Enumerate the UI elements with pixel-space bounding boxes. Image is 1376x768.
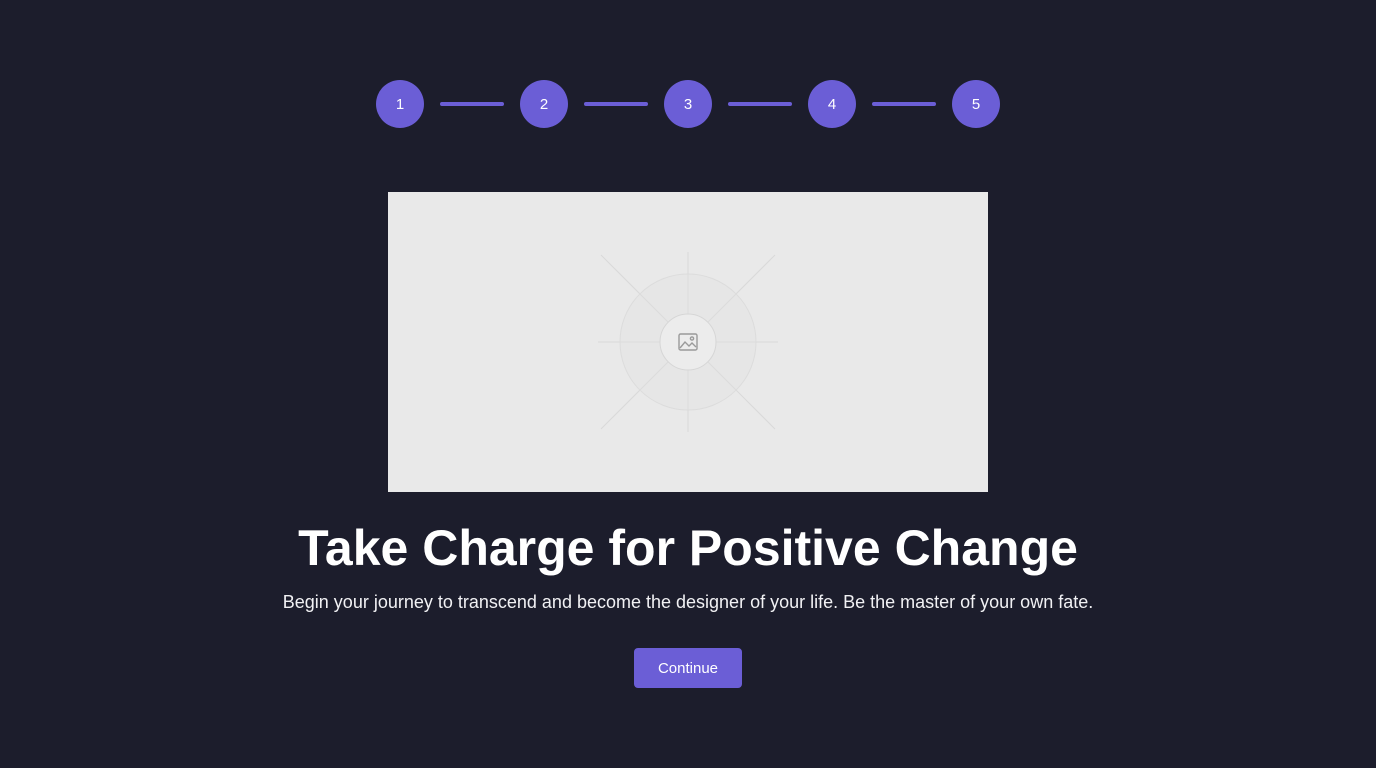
- step-3[interactable]: 3: [664, 80, 712, 128]
- page-subtitle: Begin your journey to transcend and beco…: [282, 592, 1094, 612]
- step-2[interactable]: 2: [520, 80, 568, 128]
- step-1[interactable]: 1: [376, 80, 424, 128]
- step-5[interactable]: 5: [952, 80, 1000, 128]
- progress-stepper: 1 2 3 4 5: [376, 80, 1000, 128]
- image-placeholder-icon: [598, 252, 778, 432]
- hero-image-placeholder: [388, 192, 988, 492]
- continue-button[interactable]: Continue: [634, 648, 742, 688]
- step-connector: [584, 102, 648, 106]
- onboarding-page: 1 2 3 4 5 Take Charge for Positive Chang…: [0, 0, 1376, 768]
- page-title: Take Charge for Positive Change: [298, 520, 1078, 576]
- step-connector: [440, 102, 504, 106]
- step-connector: [872, 102, 936, 106]
- step-connector: [728, 102, 792, 106]
- step-4[interactable]: 4: [808, 80, 856, 128]
